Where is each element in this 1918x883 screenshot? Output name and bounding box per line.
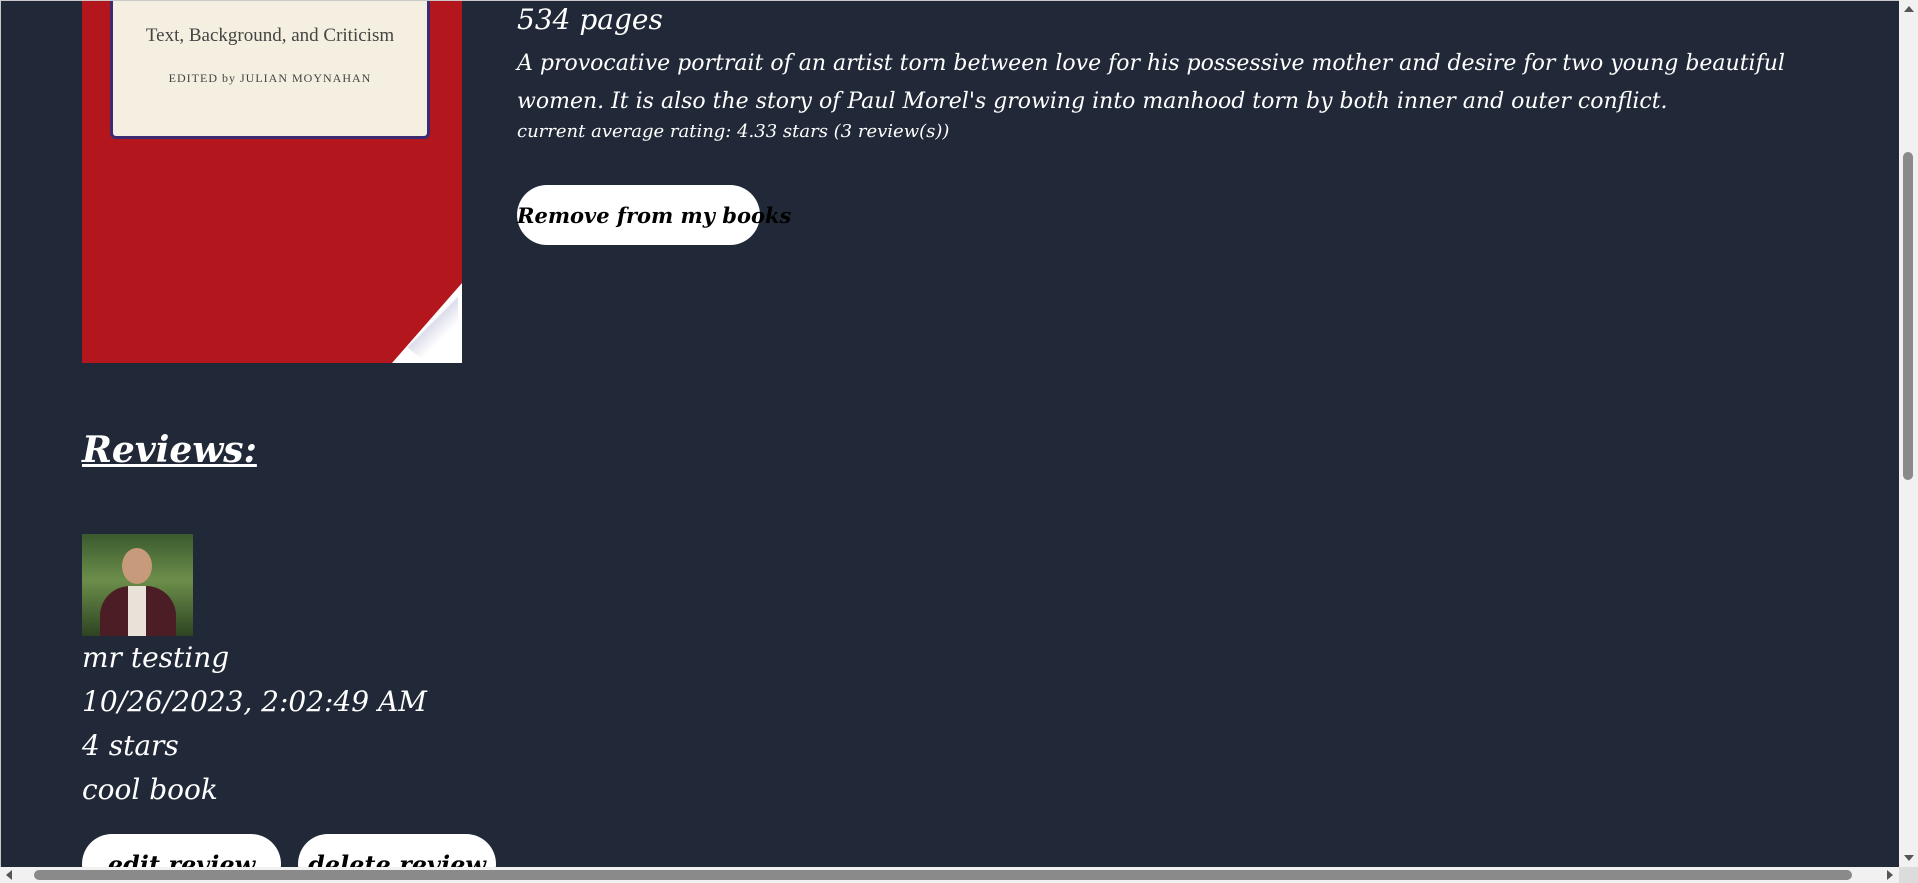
vertical-scrollbar[interactable] — [1899, 0, 1918, 867]
scroll-down-arrow-icon[interactable] — [1904, 855, 1914, 861]
horizontal-scrollbar[interactable] — [0, 867, 1899, 883]
cover-title-plate: Text, Background, and Criticism EDITED b… — [110, 1, 430, 139]
book-description: A provocative portrait of an artist torn… — [517, 51, 1785, 114]
scroll-right-arrow-icon[interactable] — [1887, 870, 1893, 880]
scroll-left-arrow-icon[interactable] — [6, 870, 12, 880]
review-stars: 4 stars — [82, 729, 179, 762]
page-viewport: Text, Background, and Criticism EDITED b… — [0, 0, 1899, 867]
scrollbar-corner — [1899, 867, 1918, 883]
page-count: 534 pages — [517, 3, 663, 36]
horizontal-scroll-thumb[interactable] — [34, 870, 1852, 880]
book-cover-image: Text, Background, and Criticism EDITED b… — [82, 1, 462, 363]
review-text: cool book — [82, 773, 218, 806]
avatar-shirt — [128, 586, 146, 636]
delete-review-button[interactable]: delete review — [298, 834, 496, 867]
reviews-heading: Reviews: — [82, 429, 257, 471]
cover-subtitle: Text, Background, and Criticism — [145, 25, 395, 46]
avatar — [82, 534, 193, 636]
cover-editor: EDITED by JULIAN MOYNAHAN — [168, 71, 372, 85]
remove-from-my-books-button[interactable]: Remove from my books — [517, 185, 791, 245]
average-rating: current average rating: 4.33 stars (3 re… — [517, 121, 950, 142]
avatar-head — [122, 548, 152, 584]
edit-review-button[interactable]: edit review — [82, 834, 281, 867]
vertical-scroll-thumb[interactable] — [1903, 152, 1913, 480]
review-timestamp: 10/26/2023, 2:02:49 AM — [82, 685, 427, 718]
review-username: mr testing — [82, 641, 230, 674]
scroll-up-arrow-icon[interactable] — [1904, 6, 1914, 12]
